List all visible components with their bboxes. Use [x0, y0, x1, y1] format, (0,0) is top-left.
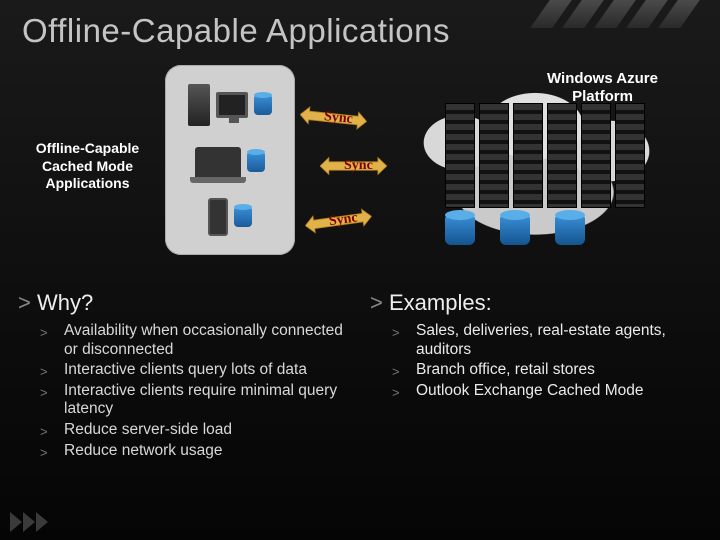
list-item: >Outlook Exchange Cached Mode	[392, 382, 702, 401]
list-item: >Interactive clients query lots of data	[40, 361, 350, 380]
sync-arrow: Sync	[299, 104, 368, 133]
database-icon	[234, 207, 252, 227]
database-icon	[445, 215, 475, 245]
architecture-diagram: Offline-Capable Cached Mode Applications…	[0, 55, 720, 275]
list-item: >Branch office, retail stores	[392, 361, 702, 380]
list-item: >Interactive clients require minimal que…	[40, 382, 350, 419]
sync-arrow: Sync	[304, 205, 373, 236]
database-icon	[555, 215, 585, 245]
page-title: Offline-Capable Applications	[22, 12, 450, 50]
list-item: >Reduce network usage	[40, 442, 350, 461]
laptop-device	[195, 147, 265, 177]
why-heading: >Why?	[18, 290, 350, 316]
cloud-platform	[410, 85, 660, 250]
list-item: >Reduce server-side load	[40, 421, 350, 440]
database-icon	[500, 215, 530, 245]
header-hatch-decoration	[540, 0, 690, 28]
examples-heading: >Examples:	[370, 290, 702, 316]
cloud-databases	[445, 215, 585, 245]
corner-chevrons-icon	[10, 512, 48, 532]
server-racks	[445, 103, 645, 208]
database-icon	[247, 152, 265, 172]
phone-device	[208, 198, 252, 236]
database-icon	[254, 95, 272, 115]
why-list: >Availability when occasionally connecte…	[18, 322, 350, 460]
examples-list: >Sales, deliveries, real-estate agents, …	[370, 322, 702, 400]
examples-column: >Examples: >Sales, deliveries, real-esta…	[370, 290, 702, 530]
client-devices-label: Offline-Capable Cached Mode Applications	[20, 140, 155, 193]
why-column: >Why? >Availability when occasionally co…	[18, 290, 350, 530]
client-devices-group	[165, 65, 295, 255]
list-item: >Availability when occasionally connecte…	[40, 322, 350, 359]
sync-arrow: Sync	[320, 155, 387, 177]
list-item: >Sales, deliveries, real-estate agents, …	[392, 322, 702, 359]
desktop-device	[188, 84, 272, 126]
